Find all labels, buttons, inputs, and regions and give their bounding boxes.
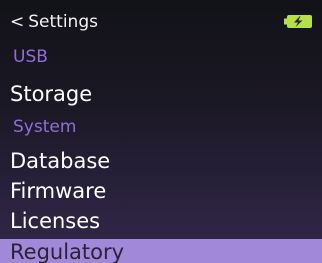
menu-item-firmware[interactable]: Firmware — [10, 177, 106, 205]
menu-item-database[interactable]: Database — [10, 147, 110, 175]
settings-screen: < Settings USB Storage System Database F… — [0, 0, 322, 263]
menu-item-licenses[interactable]: Licenses — [10, 207, 100, 235]
section-header-usb: USB — [13, 47, 48, 67]
back-chevron-icon: < — [10, 12, 25, 32]
menu-item-storage[interactable]: Storage — [10, 80, 92, 108]
battery-charging-icon — [284, 15, 312, 28]
menu-item-regulatory-label: Regulatory — [10, 240, 125, 263]
header-bar: < Settings — [0, 0, 322, 40]
section-header-system: System — [13, 117, 77, 137]
back-label: Settings — [28, 12, 98, 32]
back-button[interactable]: < Settings — [10, 11, 98, 33]
